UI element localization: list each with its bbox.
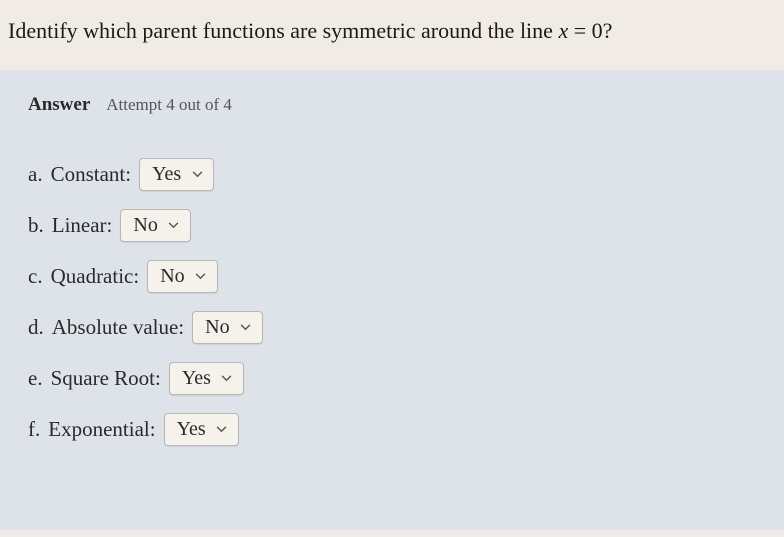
dropdown-value: Yes [182,367,211,390]
item-label: Linear: [52,213,113,238]
chevron-down-icon [195,271,207,283]
question-variable: x [558,18,568,43]
attempt-text: Attempt 4 out of 4 [106,95,232,114]
item-label: Exponential: [48,417,155,442]
chevron-down-icon [191,169,203,181]
item-label: Absolute value: [52,315,184,340]
answer-label: Answer [28,94,90,115]
question-prefix: Identify which parent functions are symm… [8,18,558,43]
answer-panel: Answer Attempt 4 out of 4 a. Constant: Y… [0,70,784,530]
question-text: Identify which parent functions are symm… [8,18,776,44]
item-label: Constant: [51,162,132,187]
item-absolute-value: d. Absolute value: No [28,311,756,344]
answer-items: a. Constant: Yes b. Linear: No c. Quadra… [28,158,756,446]
item-letter: b. [28,213,44,238]
dropdown-quadratic[interactable]: No [147,260,217,293]
question-area: Identify which parent functions are symm… [0,0,784,70]
item-constant: a. Constant: Yes [28,158,756,191]
item-quadratic: c. Quadratic: No [28,260,756,293]
item-letter: d. [28,315,44,340]
question-suffix: = 0? [568,18,612,43]
dropdown-exponential[interactable]: Yes [164,413,239,446]
dropdown-value: No [160,265,184,288]
answer-header: Answer Attempt 4 out of 4 [28,94,756,116]
dropdown-linear[interactable]: No [120,209,190,242]
chevron-down-icon [240,322,252,334]
item-label: Quadratic: [51,264,140,289]
item-letter: c. [28,264,43,289]
chevron-down-icon [216,424,228,436]
dropdown-absolute-value[interactable]: No [192,311,262,344]
item-letter: e. [28,366,43,391]
dropdown-value: No [205,316,229,339]
item-linear: b. Linear: No [28,209,756,242]
item-letter: f. [28,417,40,442]
dropdown-value: Yes [177,418,206,441]
item-exponential: f. Exponential: Yes [28,413,756,446]
dropdown-square-root[interactable]: Yes [169,362,244,395]
chevron-down-icon [168,220,180,232]
item-letter: a. [28,162,43,187]
item-label: Square Root: [51,366,161,391]
chevron-down-icon [221,373,233,385]
item-square-root: e. Square Root: Yes [28,362,756,395]
dropdown-constant[interactable]: Yes [139,158,214,191]
dropdown-value: No [133,214,157,237]
dropdown-value: Yes [152,163,181,186]
